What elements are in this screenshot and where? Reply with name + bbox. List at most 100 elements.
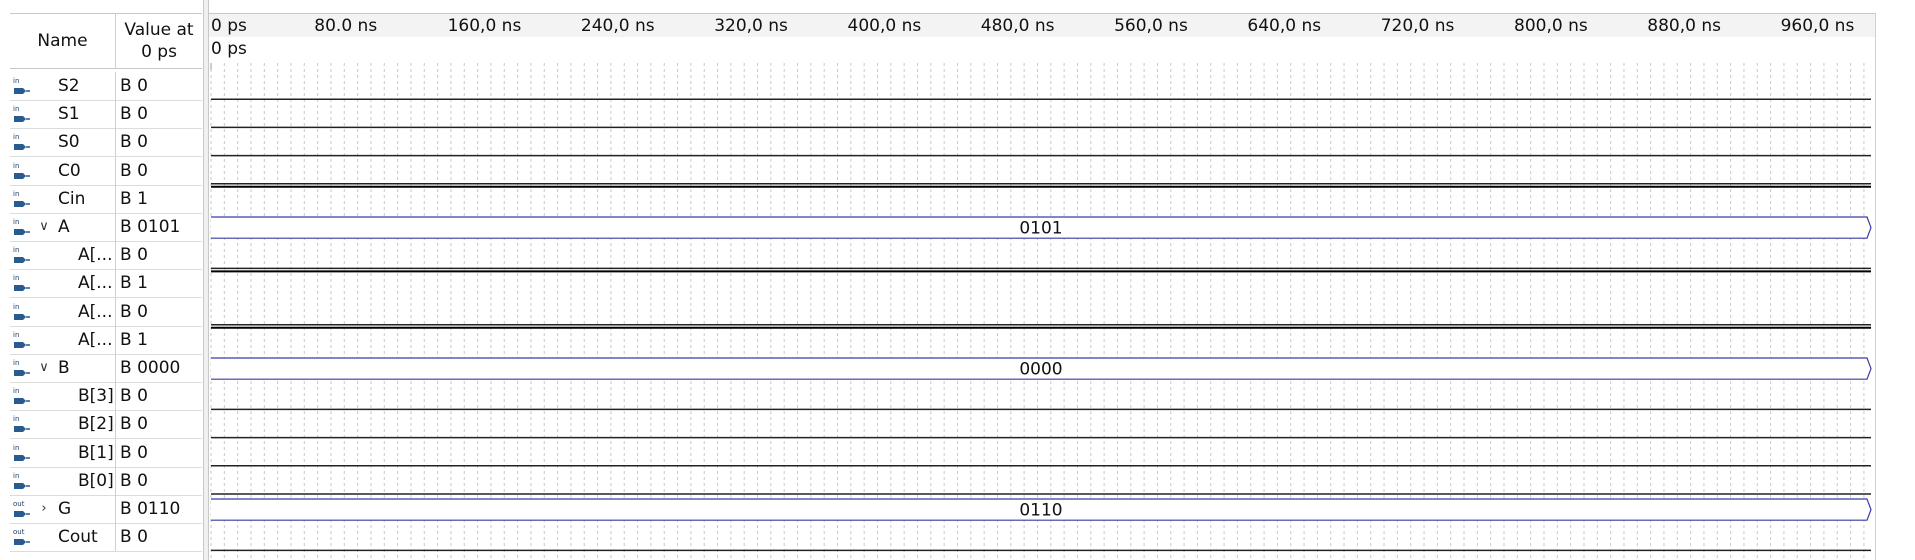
signal-name: A[... [78, 245, 113, 266]
value-column-header-line2: 0 ps [141, 42, 177, 62]
signal-value: B 0101 [120, 217, 181, 237]
signal-row[interactable]: in B[3] B 0 [10, 382, 202, 412]
signal-name-cell[interactable]: in B[1] [10, 438, 116, 467]
signal-value: B 0 [120, 470, 148, 491]
signal-name-cell[interactable]: in S0 [10, 128, 116, 157]
signal-value: B 0 [120, 104, 148, 125]
input-pin-icon: in [13, 77, 30, 94]
svg-text:out: out [13, 528, 25, 536]
signal-name-cell[interactable]: out › G [10, 495, 116, 523]
signal-name: B [58, 358, 70, 378]
input-pin-icon: in [13, 274, 30, 292]
svg-text:in: in [13, 415, 19, 423]
signal-name: B[0] [78, 470, 114, 491]
signal-value: B 0 [120, 132, 148, 153]
signal-row[interactable]: in S2 B 0 [10, 72, 202, 101]
input-pin-icon: in [13, 133, 30, 151]
signal-row[interactable]: in A[... B 0 [10, 241, 202, 271]
input-pin-icon: in [13, 105, 30, 123]
output-pin-icon: out [13, 500, 30, 517]
chevron-down-icon[interactable]: ∨ [37, 213, 51, 241]
signal-name: G [58, 499, 72, 519]
signal-name-cell[interactable]: in B[3] [10, 382, 116, 411]
signal-row[interactable]: out › G B 0110 [10, 495, 202, 524]
signal-name: A [58, 217, 70, 237]
signal-value: B 0 [120, 301, 148, 322]
svg-text:in: in [13, 133, 19, 141]
input-pin-icon: in [13, 246, 30, 264]
signal-name-cell[interactable]: in B[0] [10, 466, 116, 495]
waveform-canvas[interactable]: 0101 0000 0110 [209, 0, 1875, 560]
svg-text:in: in [13, 218, 19, 226]
signal-row[interactable]: in B[0] B 0 [10, 466, 202, 496]
svg-text:in: in [13, 444, 19, 452]
chevron-right-icon[interactable]: › [37, 495, 51, 523]
signal-name-cell[interactable]: in B[2] [10, 410, 116, 439]
signal-name: S1 [58, 104, 80, 125]
signal-name: B[1] [78, 442, 114, 463]
signal-row[interactable]: in C0 B 0 [10, 156, 202, 186]
signal-value: B 0 [120, 386, 148, 407]
signal-name-cell[interactable]: in A[... [10, 297, 116, 326]
name-column-header[interactable]: Name [10, 14, 116, 68]
signal-row[interactable]: in A[... B 1 [10, 325, 202, 355]
signal-value: B 0 [120, 76, 148, 96]
signal-list-panel: Name Value at 0 ps in S2 B 0 in S1 B 0 in S0 B 0… [0, 0, 203, 560]
input-pin-icon: in [13, 387, 30, 405]
signal-name: A[... [78, 329, 113, 350]
signal-row[interactable]: in A[... B 1 [10, 269, 202, 299]
signal-value: B 0 [120, 527, 148, 548]
value-column-header[interactable]: Value at 0 ps [116, 14, 202, 68]
signal-value: B 1 [120, 329, 148, 350]
waveform-panel[interactable]: 0 ps 80.0 ns 160,0 ns 240,0 ns 320,0 ns 400,0… [209, 0, 1915, 560]
input-pin-icon: in [13, 218, 30, 235]
signal-name: C0 [58, 160, 81, 181]
signal-row[interactable]: out Cout B 0 [10, 523, 202, 553]
signal-row[interactable]: in ∨ A B 0101 [10, 213, 202, 242]
bus-value-label: 0110 [1019, 501, 1062, 521]
signal-name-cell[interactable]: in A[... [10, 325, 116, 354]
signal-name-cell[interactable]: in ∨ B [10, 354, 116, 382]
signal-name: A[... [78, 301, 113, 322]
signal-name-cell[interactable]: in Cin [10, 184, 116, 213]
svg-text:in: in [13, 274, 19, 282]
signal-name-cell[interactable]: in ∨ A [10, 213, 116, 241]
signal-row[interactable]: in S1 B 0 [10, 100, 202, 130]
signal-row[interactable]: in Cin B 1 [10, 184, 202, 214]
input-pin-icon: in [13, 303, 30, 320]
signal-value: B 0000 [120, 358, 181, 378]
signal-name-cell[interactable]: in A[... [10, 269, 116, 298]
signal-row[interactable]: in S0 B 0 [10, 128, 202, 158]
signal-value: B 0 [120, 160, 148, 181]
bus-value-label: 0000 [1019, 360, 1062, 380]
signal-row[interactable]: in ∨ B B 0000 [10, 354, 202, 383]
signal-name-cell[interactable]: out Cout [10, 523, 116, 552]
signal-name: Cin [58, 188, 86, 209]
svg-text:in: in [13, 359, 19, 367]
signal-row[interactable]: in B[2] B 0 [10, 410, 202, 440]
signal-name-cell[interactable]: in A[... [10, 241, 116, 270]
input-pin-icon: in [13, 444, 30, 461]
signal-name: A[... [78, 273, 113, 294]
signal-name: S0 [58, 132, 80, 153]
signal-name: B[3] [78, 386, 114, 407]
svg-text:in: in [13, 472, 19, 480]
signal-row[interactable]: in A[... B 0 [10, 297, 202, 327]
input-pin-icon: in [13, 190, 30, 207]
signal-name-cell[interactable]: in C0 [10, 156, 116, 185]
signal-name-cell[interactable]: in S1 [10, 100, 116, 129]
svg-text:out: out [13, 500, 25, 508]
svg-text:in: in [13, 77, 19, 85]
svg-text:in: in [13, 246, 19, 254]
input-pin-icon: in [13, 415, 30, 433]
value-column-header-line1: Value at [124, 20, 194, 40]
signal-value: B 1 [120, 273, 148, 294]
signal-row[interactable]: in B[1] B 0 [10, 438, 202, 468]
signal-name: Cout [58, 527, 98, 548]
signal-value: B 0 [120, 414, 148, 435]
svg-text:in: in [13, 105, 19, 113]
signal-list-header: Name Value at 0 ps [10, 13, 202, 69]
signal-name-cell[interactable]: in S2 [10, 72, 116, 100]
svg-text:in: in [13, 303, 19, 311]
chevron-down-icon[interactable]: ∨ [37, 354, 51, 382]
